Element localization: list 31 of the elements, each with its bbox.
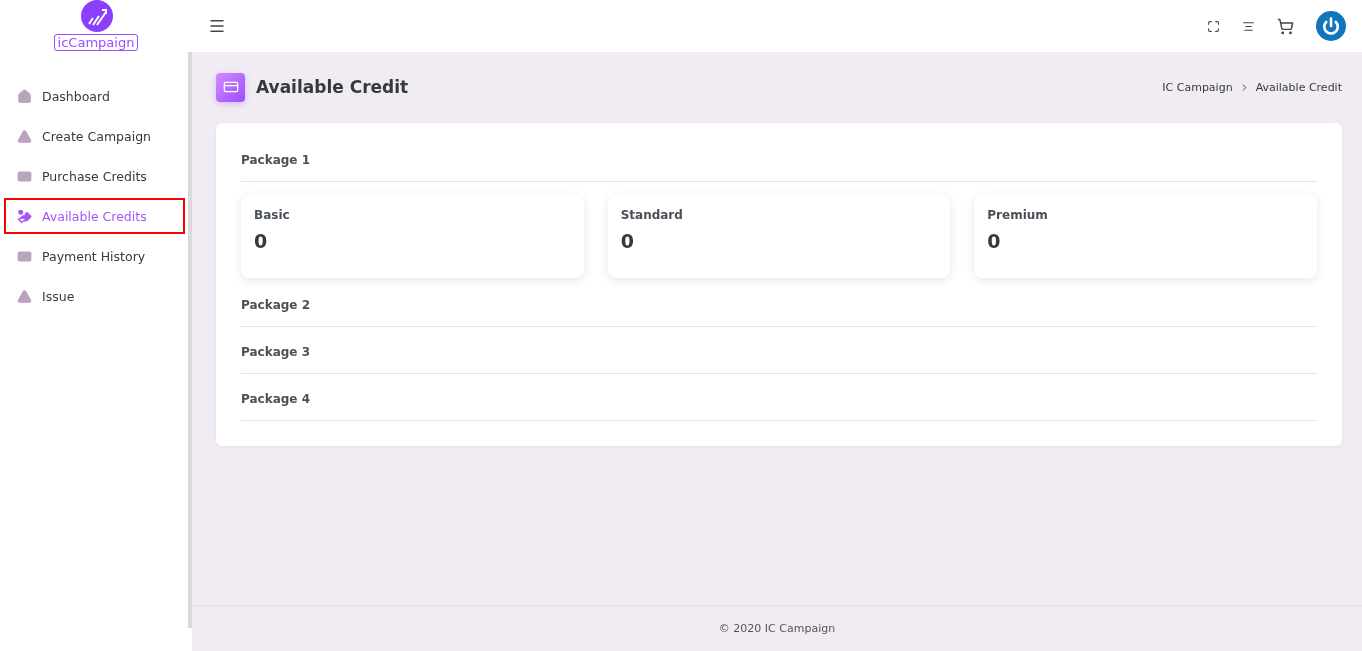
- package-header[interactable]: Package 2: [241, 280, 1317, 327]
- breadcrumb-item[interactable]: IC Campaign: [1162, 80, 1233, 94]
- package-header[interactable]: Package 1: [241, 135, 1317, 182]
- triangle-icon: [17, 128, 32, 144]
- sidebar-item[interactable]: Dashboard: [4, 78, 185, 114]
- sidebar-item[interactable]: Purchase Credits: [4, 158, 185, 194]
- package-header[interactable]: Package 3: [241, 327, 1317, 374]
- card-icon: [216, 72, 245, 102]
- credit-value: 0: [987, 230, 1002, 252]
- breadcrumb-item: Available Credit: [1255, 80, 1342, 94]
- sidebar-item[interactable]: Available Credits: [4, 198, 185, 234]
- power-icon[interactable]: [1316, 11, 1346, 41]
- card-icon: [17, 168, 32, 184]
- credit-value: 0: [620, 230, 635, 252]
- footer-text: © 2020 IC Campaign: [718, 622, 836, 635]
- sidebar-item[interactable]: Issue: [4, 278, 185, 314]
- credit-value: 0: [254, 230, 269, 252]
- logo-text: icCampaign: [53, 34, 139, 51]
- package-header[interactable]: Package 4: [241, 374, 1317, 421]
- fullscreen-icon[interactable]: [1207, 19, 1220, 33]
- home-icon: [17, 88, 32, 104]
- align-icon[interactable]: [1242, 19, 1255, 33]
- warning-icon: [17, 288, 32, 304]
- cart-icon[interactable]: [1277, 17, 1294, 35]
- menu-icon[interactable]: [208, 17, 226, 35]
- sidebar-item[interactable]: Create Campaign: [4, 118, 185, 154]
- page-title: Available Credit: [256, 77, 409, 97]
- sidebar-item[interactable]: Payment History: [4, 238, 185, 274]
- credit-label: Premium: [987, 208, 1049, 222]
- credit-label: Basic: [254, 208, 291, 222]
- credit-label: Standard: [620, 208, 684, 222]
